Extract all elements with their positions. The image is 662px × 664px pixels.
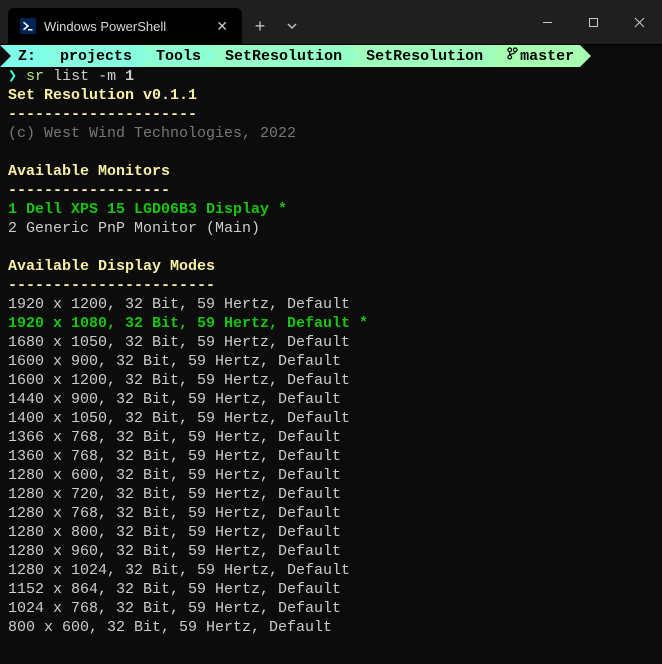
display-mode-row: 800 x 600, 32 Bit, 59 Hertz, Default xyxy=(8,619,332,636)
breadcrumb-seg[interactable]: projects xyxy=(42,45,138,67)
app-window: Windows PowerShell ✕ + Z: projects Tools… xyxy=(0,0,662,664)
powershell-icon xyxy=(20,18,36,34)
display-mode-row: 1680 x 1050, 32 Bit, 59 Hertz, Default xyxy=(8,334,350,351)
display-mode-row: 1280 x 960, 32 Bit, 59 Hertz, Default xyxy=(8,543,341,560)
prompt-symbol: ❯ xyxy=(8,68,17,85)
display-mode-row: 1280 x 600, 32 Bit, 59 Hertz, Default xyxy=(8,467,341,484)
breadcrumb-seg[interactable]: Tools xyxy=(138,45,207,67)
display-mode-row: 1600 x 1200, 32 Bit, 59 Hertz, Default xyxy=(8,372,350,389)
window-controls xyxy=(524,0,662,44)
terminal-output[interactable]: ❯ sr list -m 1 Set Resolution v0.1.1 ---… xyxy=(0,67,662,664)
command-name: sr xyxy=(26,68,44,85)
display-mode-row: 1280 x 1024, 32 Bit, 59 Hertz, Default xyxy=(8,562,350,579)
tab-close-button[interactable]: ✕ xyxy=(214,16,230,37)
display-mode-row: 1600 x 900, 32 Bit, 59 Hertz, Default xyxy=(8,353,341,370)
monitor-row: 2 Generic PnP Monitor (Main) xyxy=(8,220,260,237)
modes-heading: Available Display Modes xyxy=(8,258,215,275)
display-mode-row: 1360 x 768, 32 Bit, 59 Hertz, Default xyxy=(8,448,341,465)
path-breadcrumb: Z: projects Tools SetResolution SetResol… xyxy=(0,45,662,67)
display-mode-row: 1280 x 720, 32 Bit, 59 Hertz, Default xyxy=(8,486,341,503)
new-tab-button[interactable]: + xyxy=(242,8,278,44)
display-mode-row: 1280 x 768, 32 Bit, 59 Hertz, Default xyxy=(8,505,341,522)
breadcrumb-seg[interactable]: SetResolution xyxy=(348,45,489,67)
app-title: Set Resolution v0.1.1 xyxy=(8,87,197,104)
copyright: (c) West Wind Technologies, 2022 xyxy=(8,125,296,142)
display-mode-row: 1280 x 800, 32 Bit, 59 Hertz, Default xyxy=(8,524,341,541)
minimize-button[interactable] xyxy=(524,0,570,44)
display-mode-row: 1024 x 768, 32 Bit, 59 Hertz, Default xyxy=(8,600,341,617)
display-mode-row: 1920 x 1080, 32 Bit, 59 Hertz, Default * xyxy=(8,315,368,332)
tab-powershell[interactable]: Windows PowerShell ✕ xyxy=(8,8,242,44)
rule: ------------------ xyxy=(8,182,170,199)
tab-dropdown-button[interactable] xyxy=(278,8,306,44)
git-branch-icon xyxy=(507,47,518,65)
tab-title: Windows PowerShell xyxy=(44,19,214,34)
rule: --------------------- xyxy=(8,106,197,123)
breadcrumb-seg[interactable]: Z: xyxy=(0,45,42,67)
title-bar: Windows PowerShell ✕ + xyxy=(0,0,662,45)
command-arg-value: 1 xyxy=(125,68,134,85)
breadcrumb-seg[interactable]: SetResolution xyxy=(207,45,348,67)
display-mode-row: 1920 x 1200, 32 Bit, 59 Hertz, Default xyxy=(8,296,350,313)
breadcrumb-end xyxy=(580,45,591,67)
display-mode-row: 1152 x 864, 32 Bit, 59 Hertz, Default xyxy=(8,581,341,598)
display-mode-row: 1400 x 1050, 32 Bit, 59 Hertz, Default xyxy=(8,410,350,427)
command-args: list -m xyxy=(44,68,125,85)
breadcrumb-branch[interactable]: master xyxy=(489,45,580,67)
close-button[interactable] xyxy=(616,0,662,44)
maximize-button[interactable] xyxy=(570,0,616,44)
monitor-row: 1 Dell XPS 15 LGD06B3 Display * xyxy=(8,201,287,218)
display-mode-row: 1366 x 768, 32 Bit, 59 Hertz, Default xyxy=(8,429,341,446)
rule: ----------------------- xyxy=(8,277,215,294)
monitors-heading: Available Monitors xyxy=(8,163,170,180)
display-mode-row: 1440 x 900, 32 Bit, 59 Hertz, Default xyxy=(8,391,341,408)
